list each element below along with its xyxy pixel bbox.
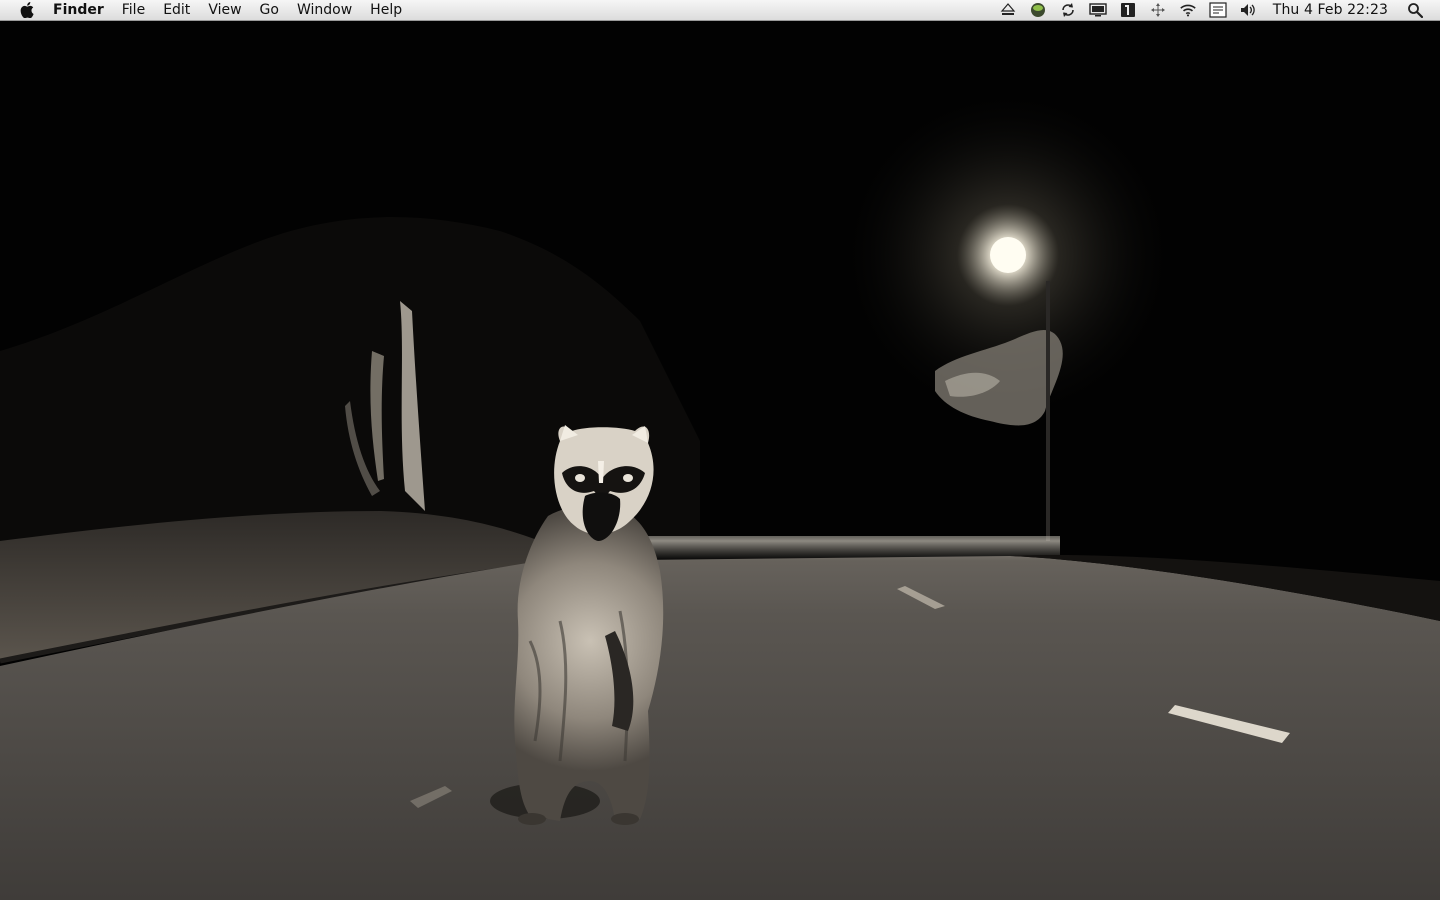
menu-window[interactable]: Window — [288, 0, 361, 21]
green-orb-icon[interactable] — [1029, 2, 1047, 18]
menu-bar-clock[interactable]: Thu 4 Feb 22:23 — [1273, 2, 1388, 18]
menu-bar-right: Thu 4 Feb 22:23 — [993, 0, 1440, 20]
one-password-icon[interactable] — [1119, 2, 1137, 18]
arrows-move-icon[interactable] — [1149, 2, 1167, 18]
menu-help[interactable]: Help — [361, 0, 411, 21]
spotlight-search-icon[interactable] — [1406, 2, 1424, 18]
menu-edit[interactable]: Edit — [154, 0, 199, 21]
sync-icon[interactable] — [1059, 2, 1077, 18]
display-icon[interactable] — [1089, 2, 1107, 18]
apple-logo-icon[interactable] — [19, 1, 35, 19]
eject-icon[interactable] — [999, 2, 1017, 18]
menu-bar-left: Finder File Edit View Go Window Help — [0, 0, 411, 20]
desktop-wallpaper — [0, 21, 1440, 900]
menu-file[interactable]: File — [113, 0, 154, 21]
keyboard-input-icon[interactable] — [1209, 2, 1227, 18]
menu-view[interactable]: View — [199, 0, 250, 21]
wifi-icon[interactable] — [1179, 2, 1197, 18]
desktop[interactable] — [0, 21, 1440, 900]
volume-icon[interactable] — [1239, 2, 1257, 18]
menu-go[interactable]: Go — [251, 0, 288, 21]
menu-bar: Finder File Edit View Go Window Help Thu… — [0, 0, 1440, 21]
menu-app-finder[interactable]: Finder — [53, 0, 113, 21]
